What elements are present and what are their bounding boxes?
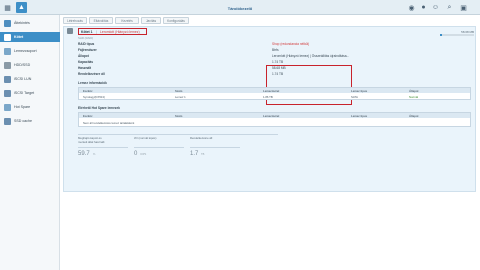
info-value: Btrfs: [272, 48, 279, 52]
separator: |: [96, 30, 97, 35]
table-cell: SATA: [351, 95, 358, 99]
divider: [78, 147, 128, 148]
divider: [78, 134, 278, 135]
user-icon[interactable]: ☺: [430, 2, 441, 13]
sidebar-item-label: iSCSI Target: [14, 91, 35, 95]
sidebar-item-ssd-cache[interactable]: SSD cache: [0, 116, 60, 126]
sidebar-item-disk-group[interactable]: Lemezcsoport: [0, 46, 60, 56]
table-cell: 1.86 TB: [263, 95, 273, 99]
disk-info-title: Lemez információk: [78, 81, 107, 85]
volume-panel: Kötet 1 | Leromlott (Hiányzó lemez) SHR …: [63, 26, 476, 192]
volume-icon: [4, 33, 11, 41]
column-header: Szám: [175, 114, 183, 118]
table-cell: Lemez 1: [175, 95, 186, 99]
iscsi-lun-icon: [4, 75, 11, 83]
info-row: Rendelkezésre áll 1.74 TB: [78, 72, 458, 78]
sidebar-item-label: Hot Spare: [14, 105, 31, 109]
volume-status: Leromlott (Hiányzó lemez): [100, 30, 140, 35]
info-value: Leromlott (Hiányzó lemez) | Összeállítás…: [272, 54, 350, 58]
sidebar-item-label: Áttekintés: [14, 21, 30, 25]
create-button[interactable]: Létrehozás: [63, 17, 87, 24]
hdd-icon: [4, 61, 11, 69]
empty-message: Nem áll rendelkezésre lemez tartalékként: [83, 121, 135, 125]
hot-spare-table: Eszköz Szám Lemezméret Lemez típus Állap…: [78, 112, 471, 127]
disk-group-icon: [4, 47, 11, 55]
table-cell: Synology(DX513): [83, 95, 105, 99]
ssd-cache-icon: [4, 117, 11, 125]
info-label: RAID típus: [78, 42, 95, 46]
toolbar-tabs: Létrehozás Eltávolítás Kezelés Javítás K…: [63, 17, 463, 25]
sidebar-item-overview[interactable]: Áttekintés: [0, 18, 60, 28]
column-header: Eszköz: [83, 114, 93, 118]
volume-name: Kötet 1: [81, 30, 93, 35]
sidebar-item-label: HDD/SSD: [14, 63, 31, 67]
sidebar-item-label: SSD cache: [14, 119, 32, 123]
sidebar-item-label: iSCSI LUN: [14, 77, 32, 81]
disk-info-table: Eszköz Szám Lemezméret Lemez típus Állap…: [78, 87, 471, 100]
hot-spare-title: Elérhető Hot Spare lemezek: [78, 106, 120, 110]
stat-available: Rendelkezésre áll 1.7 TB: [190, 136, 240, 166]
stat-value: 1.7: [190, 151, 199, 157]
stat-label: Rendelkezésre áll: [190, 136, 213, 140]
sidebar-item-hdd[interactable]: HDD/SSD: [0, 60, 60, 70]
column-header: Lemezméret: [263, 114, 280, 118]
sidebar-item-iscsi-target[interactable]: iSCSI Target: [0, 88, 60, 98]
stat-label: Meghajtó kapott és mentett által használ…: [78, 136, 105, 144]
divider: [190, 147, 240, 148]
table-header: Eszköz Szám Lemezméret Lemez típus Állap…: [79, 113, 470, 118]
usage-bar: [440, 34, 474, 36]
stat-unit: TB: [201, 153, 205, 156]
volume-icon: [67, 28, 73, 34]
iscsi-target-icon: [4, 89, 11, 97]
sidebar-item-label: Kötet: [14, 35, 24, 39]
stat-unit: IOPS: [140, 153, 147, 156]
sidebar-item-hot-spare[interactable]: Hot Spare: [0, 102, 60, 112]
table-row[interactable]: Synology(DX513) Lemez 1 1.86 TB SATA Nor…: [79, 93, 470, 100]
info-label: Állapot: [78, 54, 89, 58]
stat-used: Meghajtó kapott és mentett által használ…: [78, 136, 128, 166]
stat-value: 0: [134, 151, 138, 157]
search-icon[interactable]: ⌕: [444, 2, 455, 13]
stat-label: I/O (normál lépés): [134, 136, 157, 140]
info-value: 58.68 MB: [272, 66, 286, 70]
chat-icon[interactable]: ◉: [406, 2, 417, 13]
status-badge: Normál: [409, 95, 419, 99]
volume-title-box: Kötet 1 | Leromlott (Hiányzó lemez): [78, 28, 147, 35]
notification-icon[interactable]: ●: [418, 2, 429, 13]
repair-button[interactable]: Javítás: [141, 17, 161, 24]
hot-spare-icon: [4, 103, 11, 111]
remove-button[interactable]: Eltávolítás: [89, 17, 113, 24]
stat-io: I/O (normál lépés) 0 IOPS: [134, 136, 184, 166]
usage-bar-fill: [440, 34, 442, 36]
info-label: Kapacitás: [78, 60, 94, 64]
top-bar: ▦ ▲ Tárolókezelő ◉ ● ☺ ⌕ ▣: [0, 0, 480, 15]
sidebar: Áttekintés Kötet Lemezcsoport HDD/SSD iS…: [0, 15, 60, 270]
column-header: Állapot: [409, 114, 419, 118]
stat-unit: %: [93, 153, 96, 156]
info-label: Rendelkezésre áll: [78, 72, 105, 76]
info-label: Használt: [78, 66, 92, 70]
sidebar-item-iscsi-lun[interactable]: iSCSI LUN: [0, 74, 60, 84]
column-header: Lemez típus: [351, 114, 368, 118]
sidebar-item-label: Lemezcsoport: [14, 49, 37, 53]
configure-button[interactable]: Konfigurálás: [163, 17, 189, 24]
info-label: Fájlrendszer: [78, 48, 97, 52]
sidebar-item-volume[interactable]: Kötet: [0, 32, 60, 42]
stat-value: 59.7: [78, 151, 90, 157]
manage-button[interactable]: Kezelés: [115, 17, 139, 24]
volume-subtitle: SHR (RAID): [78, 36, 94, 40]
info-value: 1.74 TB: [272, 72, 284, 76]
volume-header[interactable]: Kötet 1 | Leromlott (Hiányzó lemez) SHR …: [64, 27, 477, 40]
overview-icon: [4, 19, 11, 27]
stats-area: Meghajtó kapott és mentett által használ…: [78, 134, 278, 164]
divider: [134, 147, 184, 148]
info-value: Shop (redundancia nélkül): [272, 42, 310, 46]
info-value: 1.74 TB: [272, 60, 284, 64]
options-icon[interactable]: ▣: [458, 2, 469, 13]
